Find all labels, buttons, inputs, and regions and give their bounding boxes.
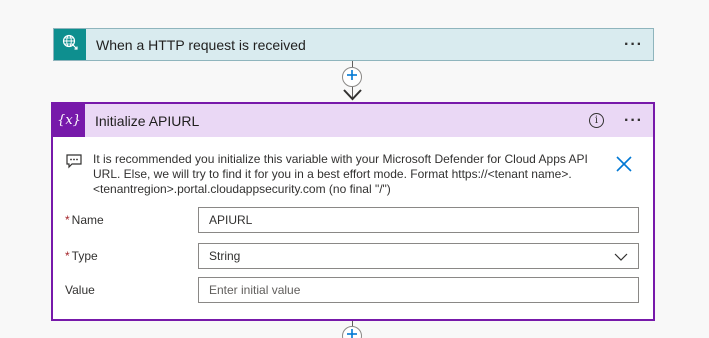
plus-icon [346, 327, 358, 338]
value-label: Value [65, 283, 95, 297]
trigger-title: When a HTTP request is received [96, 36, 306, 53]
chevron-down-icon[interactable] [614, 251, 628, 265]
name-field-row: * Name APIURL [65, 207, 641, 233]
type-label-text: Type [71, 249, 98, 263]
name-input[interactable]: APIURL [198, 207, 639, 233]
add-step-button[interactable] [342, 326, 362, 338]
type-label: * Type [65, 249, 198, 263]
value-input[interactable]: Enter initial value [198, 277, 639, 303]
required-mark: * [65, 249, 70, 263]
action-header[interactable]: {x} Initialize APIURL i ··· [53, 104, 653, 137]
info-notice: It is recommended you initialize this va… [65, 152, 645, 197]
type-field-row: * Type String [65, 243, 641, 269]
action-title[interactable]: Initialize APIURL [95, 113, 589, 129]
value-field-row: Value Enter initial value [65, 277, 641, 303]
name-label: * Name [65, 213, 198, 227]
trigger-more-options-button[interactable]: ··· [614, 36, 653, 53]
close-icon[interactable] [615, 155, 633, 173]
variable-icon: {x} [53, 104, 85, 137]
value-placeholder: Enter initial value [209, 283, 301, 297]
add-step-button[interactable] [342, 67, 362, 87]
notice-text: It is recommended you initialize this va… [93, 152, 588, 196]
type-selected-value: String [209, 249, 241, 263]
type-dropdown[interactable]: String [198, 243, 639, 269]
required-mark: * [65, 213, 70, 227]
trigger-icon-box [54, 29, 86, 60]
name-label-text: Name [71, 213, 104, 227]
plus-icon [346, 68, 358, 86]
action-more-options-button[interactable]: ··· [614, 112, 653, 129]
comment-icon [65, 152, 83, 170]
globe-request-icon [62, 34, 78, 55]
initialize-variable-card[interactable]: {x} Initialize APIURL i ··· It is recomm… [51, 102, 655, 321]
info-icon[interactable]: i [589, 113, 605, 128]
flow-canvas: When a HTTP request is received ··· {x} … [0, 0, 709, 338]
trigger-card[interactable]: When a HTTP request is received ··· [53, 28, 654, 61]
